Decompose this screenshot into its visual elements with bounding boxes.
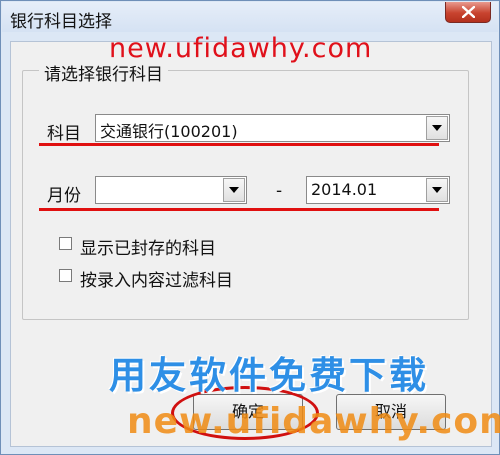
- month-from-dropdown-button[interactable]: [223, 178, 245, 202]
- subject-dropdown-button[interactable]: [426, 116, 448, 140]
- chevron-down-icon: [432, 187, 442, 193]
- chevron-down-icon: [229, 187, 239, 193]
- close-button[interactable]: [445, 2, 491, 23]
- filter-by-input-checkbox[interactable]: [59, 269, 72, 282]
- show-sealed-subjects-checkbox[interactable]: [59, 237, 72, 250]
- watermark-bottom-url: new.ufidawhy.com: [127, 401, 500, 442]
- title-bar: 银行科目选择: [2, 2, 498, 32]
- subject-underline-highlight: [39, 143, 439, 146]
- window-title: 银行科目选择: [10, 12, 112, 32]
- bank-subject-dialog: 银行科目选择 请选择银行科目 科目 交通银行(100201) 月份 - 2014…: [0, 0, 500, 455]
- month-underline-highlight: [39, 208, 439, 211]
- close-icon: [462, 6, 475, 18]
- month-to-dropdown-button[interactable]: [426, 178, 448, 202]
- month-label: 月份: [47, 186, 81, 206]
- month-range-separator: -: [276, 181, 283, 201]
- watermark-blue-text: 用友软件免费下载: [109, 354, 429, 397]
- subject-value: 交通银行(100201): [100, 122, 238, 141]
- subject-select[interactable]: 交通银行(100201): [95, 114, 450, 142]
- subject-label: 科目: [47, 124, 81, 144]
- month-from-select[interactable]: [95, 176, 247, 204]
- month-to-select[interactable]: 2014.01: [306, 176, 450, 204]
- month-to-value: 2014.01: [311, 180, 378, 199]
- watermark-top-url: new.ufidawhy.com: [109, 33, 373, 64]
- show-sealed-subjects-label[interactable]: 显示已封存的科目: [80, 234, 216, 259]
- filter-by-input-label[interactable]: 按录入内容过滤科目: [80, 266, 233, 291]
- chevron-down-icon: [432, 125, 442, 131]
